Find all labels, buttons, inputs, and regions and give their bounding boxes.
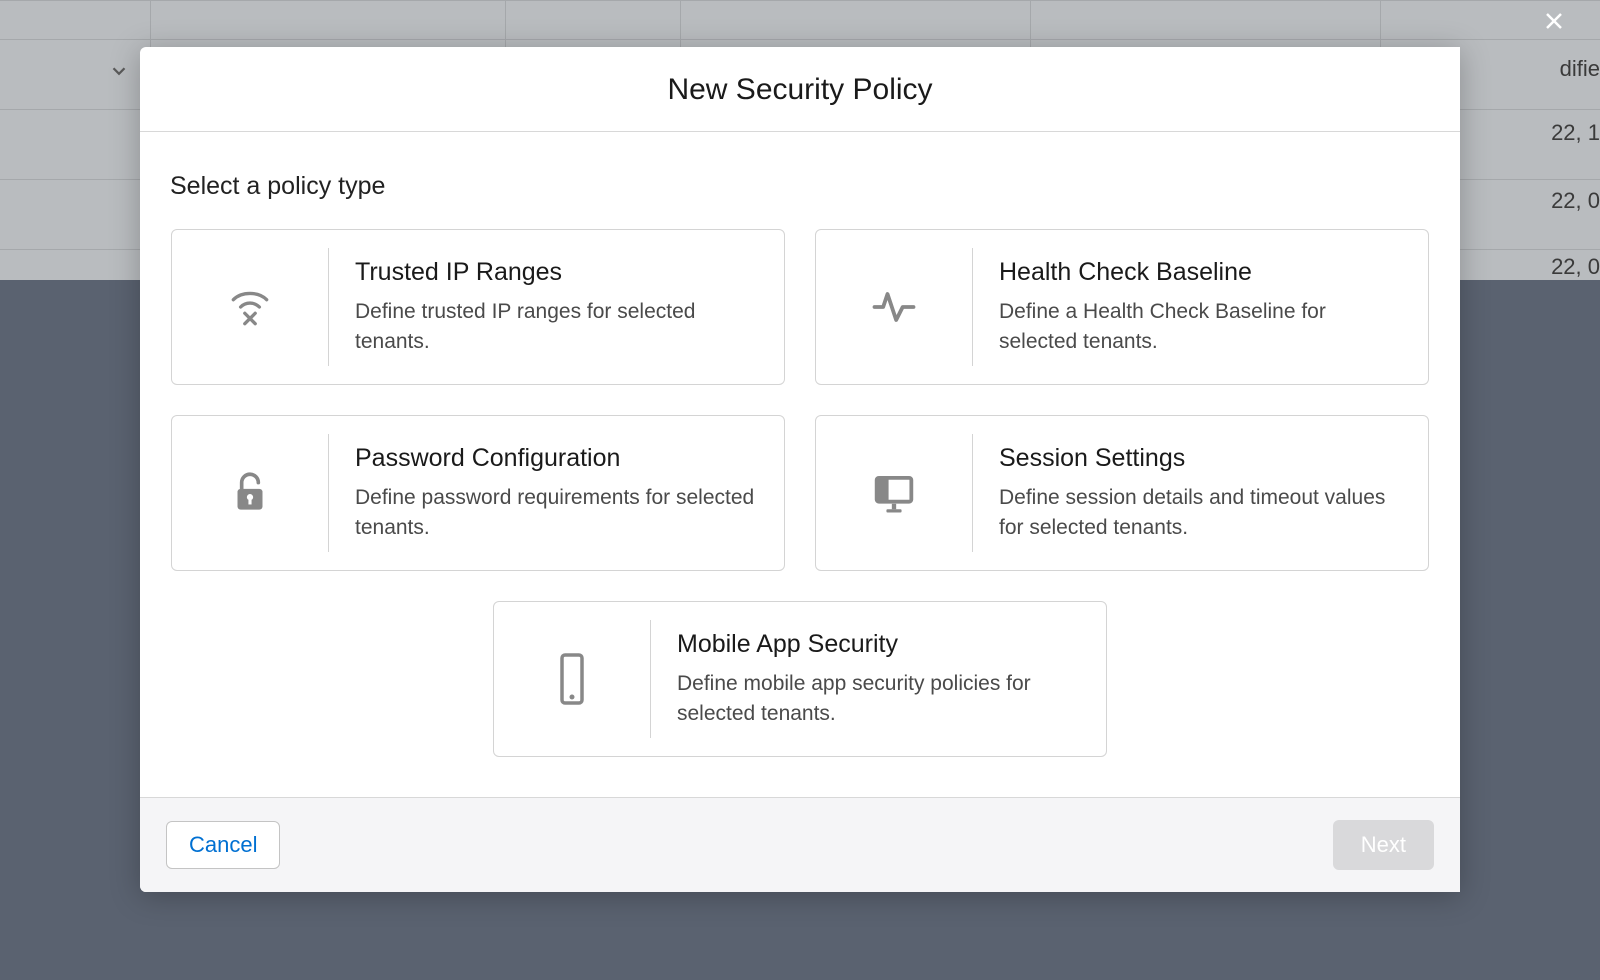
card-desc: Define password requirements for selecte… (355, 483, 758, 542)
modal-title: New Security Policy (140, 73, 1460, 107)
card-title: Health Check Baseline (999, 258, 1402, 287)
next-button[interactable]: Next (1333, 820, 1434, 870)
bg-date-1: 22, 1 (1551, 120, 1600, 146)
modal-body: Select a policy type Trusted IP Ranges D… (140, 132, 1460, 797)
wifi-x-icon (172, 230, 328, 384)
section-label: Select a policy type (170, 172, 1440, 201)
close-icon[interactable] (1538, 5, 1570, 37)
chevron-down-icon[interactable] (108, 60, 130, 82)
card-desc: Define mobile app security policies for … (677, 669, 1080, 728)
policy-card-trusted-ip[interactable]: Trusted IP Ranges Define trusted IP rang… (171, 229, 785, 385)
card-desc: Define a Health Check Baseline for selec… (999, 297, 1402, 356)
card-title: Trusted IP Ranges (355, 258, 758, 287)
policy-card-mobile[interactable]: Mobile App Security Define mobile app se… (493, 601, 1107, 757)
policy-type-grid: Trusted IP Ranges Define trusted IP rang… (160, 229, 1440, 757)
lock-icon (172, 416, 328, 570)
card-desc: Define trusted IP ranges for selected te… (355, 297, 758, 356)
bg-date-2: 22, 0 (1551, 188, 1600, 214)
new-policy-modal: New Security Policy Select a policy type… (140, 47, 1460, 892)
activity-icon (816, 230, 972, 384)
modal-footer: Cancel Next (140, 797, 1460, 892)
bg-col-header: difie (1560, 56, 1600, 82)
mobile-icon (494, 602, 650, 756)
policy-card-session[interactable]: Session Settings Define session details … (815, 415, 1429, 571)
card-title: Mobile App Security (677, 630, 1080, 659)
card-title: Session Settings (999, 444, 1402, 473)
bg-date-3: 22, 0 (1551, 254, 1600, 280)
desktop-icon (816, 416, 972, 570)
cancel-button[interactable]: Cancel (166, 821, 280, 869)
modal-header: New Security Policy (140, 47, 1460, 132)
card-desc: Define session details and timeout value… (999, 483, 1402, 542)
card-title: Password Configuration (355, 444, 758, 473)
policy-card-health-check[interactable]: Health Check Baseline Define a Health Ch… (815, 229, 1429, 385)
policy-card-password[interactable]: Password Configuration Define password r… (171, 415, 785, 571)
